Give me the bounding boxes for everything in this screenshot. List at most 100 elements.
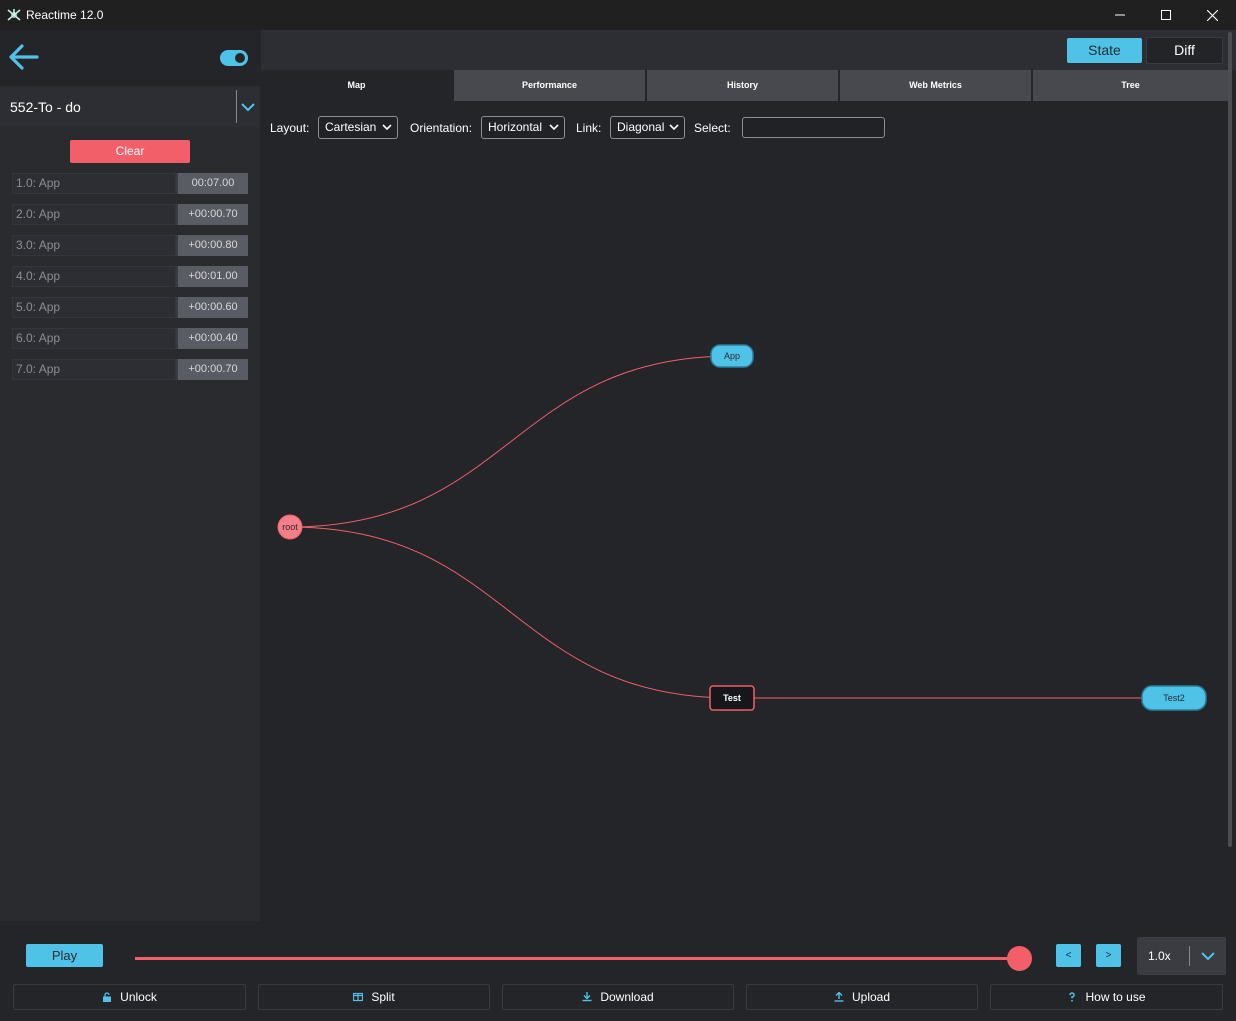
nav-tabs: Map Performance History Web Metrics Tree	[261, 70, 1228, 101]
previous-button[interactable]: <	[1056, 944, 1081, 967]
speed-select[interactable]: 1.0x	[1137, 937, 1226, 975]
timeline-slider-thumb[interactable]	[1007, 946, 1032, 971]
link-root-test	[289, 526, 733, 699]
maximize-button[interactable]	[1143, 0, 1189, 30]
node-root[interactable]: root	[277, 514, 303, 540]
view-switch-bar: State Diff	[261, 30, 1236, 70]
timeline-slider-track[interactable]	[135, 957, 1019, 960]
window-title: Reactime 12.0	[26, 8, 104, 22]
snapshot-time: +00:00.70	[176, 359, 248, 380]
lock-icon	[103, 992, 112, 1002]
orientation-select[interactable]: Horizontal	[481, 116, 565, 139]
sidebar-header	[0, 30, 260, 86]
select-label: Select:	[694, 121, 731, 135]
chevron-down-icon	[382, 124, 392, 131]
speed-divider	[1189, 946, 1190, 966]
snapshot-item[interactable]: 3.0: App +00:00.80	[12, 235, 248, 256]
tab-tree[interactable]: Tree	[1033, 70, 1228, 101]
layout-select[interactable]: Cartesian	[318, 116, 398, 139]
snapshot-item[interactable]: 5.0: App +00:00.60	[12, 297, 248, 318]
node-root-label: root	[282, 522, 298, 532]
tab-map[interactable]: Map	[261, 70, 454, 101]
download-button[interactable]: Download	[502, 984, 734, 1010]
link-label: Link:	[576, 121, 602, 135]
snapshot-label: 6.0: App	[12, 328, 176, 349]
chevron-down-icon	[669, 124, 679, 131]
snapshot-time: +00:00.40	[176, 328, 248, 349]
state-button[interactable]: State	[1067, 38, 1142, 63]
snapshot-label: 5.0: App	[12, 297, 176, 318]
download-label: Download	[600, 990, 654, 1004]
minimize-icon	[1115, 14, 1125, 16]
node-test2-label: Test2	[1163, 693, 1185, 703]
split-label: Split	[371, 990, 395, 1004]
chevron-down-icon	[1201, 952, 1215, 961]
snapshot-label: 4.0: App	[12, 266, 176, 287]
vertical-scrollbar[interactable]	[1228, 32, 1232, 847]
download-icon	[582, 992, 592, 1002]
snapshot-item[interactable]: 7.0: App +00:00.70	[12, 359, 248, 380]
title-bar: Reactime 12.0	[0, 0, 1236, 30]
play-button[interactable]: Play	[26, 944, 103, 967]
component-map: root App Test Test2	[277, 344, 1207, 711]
upload-button[interactable]: Upload	[746, 984, 978, 1010]
layout-label: Layout:	[270, 121, 310, 135]
tab-dropdown[interactable]: 552-To - do	[0, 86, 260, 127]
snapshot-list: Clear 1.0: App 00:07.00 2.0: App +00:00.70 3…	[0, 127, 260, 921]
snapshot-item[interactable]: 2.0: App +00:00.70	[12, 204, 248, 225]
node-test-label: Test	[723, 693, 741, 703]
app-window: Reactime 12.0 552-To - do Clear 1.0: App…	[0, 0, 1236, 1021]
tab-performance[interactable]: Performance	[454, 70, 647, 101]
snapshot-item[interactable]: 1.0: App 00:07.00	[12, 173, 248, 194]
tab-history[interactable]: History	[647, 70, 840, 101]
link-root-app	[289, 355, 733, 528]
diff-button[interactable]: Diff	[1146, 37, 1223, 64]
split-icon	[353, 992, 364, 1002]
snapshot-label: 7.0: App	[12, 359, 176, 380]
maximize-icon	[1161, 10, 1171, 20]
close-icon	[1206, 9, 1218, 21]
how-to-use-label: How to use	[1085, 990, 1146, 1004]
node-app[interactable]: App	[710, 344, 754, 368]
split-button[interactable]: Split	[258, 984, 490, 1010]
back-arrow-icon[interactable]	[7, 42, 41, 72]
snapshot-label: 1.0: App	[12, 173, 176, 194]
snapshot-item[interactable]: 6.0: App +00:00.40	[12, 328, 248, 349]
theme-toggle[interactable]	[220, 50, 248, 66]
snapshot-label: 2.0: App	[12, 204, 176, 225]
chevron-down-icon	[549, 124, 559, 131]
node-test[interactable]: Test	[709, 685, 755, 711]
orientation-select-value: Horizontal	[488, 120, 543, 134]
snapshot-time: +00:00.70	[176, 204, 248, 225]
speed-value: 1.0x	[1148, 949, 1171, 963]
node-app-label: App	[724, 351, 740, 361]
link-select[interactable]: Diagonal	[610, 116, 685, 139]
snapshot-time: +00:00.80	[176, 235, 248, 256]
snapshot-time: +00:01.00	[176, 266, 248, 287]
next-button[interactable]: >	[1096, 944, 1121, 967]
layout-select-value: Cartesian	[325, 120, 377, 134]
sidebar: 552-To - do Clear 1.0: App 00:07.00 2.0: A…	[0, 30, 260, 921]
chevron-down-icon	[241, 103, 255, 112]
select-input[interactable]	[742, 117, 885, 138]
main-panel: State Diff Map Performance History Web M…	[261, 30, 1236, 921]
orientation-label: Orientation:	[410, 121, 473, 135]
minimize-button[interactable]	[1097, 0, 1143, 30]
close-button[interactable]	[1189, 0, 1235, 30]
snapshot-label: 3.0: App	[12, 235, 176, 256]
snapshot-item[interactable]: 4.0: App +00:01.00	[12, 266, 248, 287]
upload-icon	[834, 992, 844, 1002]
unlock-label: Unlock	[120, 990, 157, 1004]
clear-button[interactable]: Clear	[70, 140, 190, 163]
how-to-use-button[interactable]: How to use	[990, 984, 1223, 1010]
link-select-value: Diagonal	[617, 120, 665, 134]
snapshot-time: +00:00.60	[176, 297, 248, 318]
unlock-button[interactable]: Unlock	[13, 984, 246, 1010]
question-icon	[1069, 992, 1076, 1002]
tab-web-metrics[interactable]: Web Metrics	[840, 70, 1033, 101]
dropdown-divider	[236, 90, 237, 123]
node-test2[interactable]: Test2	[1141, 685, 1207, 711]
reactime-logo-icon	[7, 9, 21, 21]
map-toolbar: Layout: Cartesian Orientation: Horizonta…	[261, 101, 1228, 151]
snapshot-time: 00:07.00	[176, 173, 248, 194]
